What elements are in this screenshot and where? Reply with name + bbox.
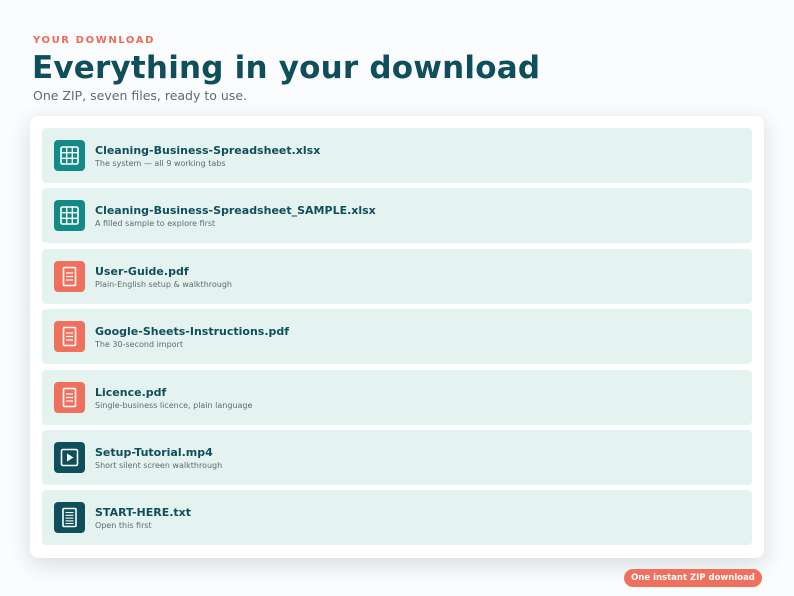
text-file-icon <box>54 502 85 534</box>
file-list-card: Cleaning-Business-Spreadsheet.xlsx The s… <box>30 116 764 558</box>
file-row-spreadsheet-sample: Cleaning-Business-Spreadsheet_SAMPLE.xls… <box>42 188 752 244</box>
file-row-user-guide: User-Guide.pdf Plain-English setup & wal… <box>42 248 752 304</box>
zip-download-badge: One instant ZIP download <box>624 569 762 587</box>
page-title: Everything in your download <box>32 50 541 86</box>
file-description: Open this first <box>95 521 152 531</box>
page-subtitle: One ZIP, seven files, ready to use. <box>33 88 247 103</box>
file-description: A filled sample to explore first <box>95 219 216 229</box>
spreadsheet-icon <box>54 200 85 232</box>
file-name: Licence.pdf <box>95 385 167 399</box>
file-name: User-Guide.pdf <box>95 264 189 278</box>
file-description: The 30-second import <box>95 340 183 350</box>
video-icon <box>54 441 85 473</box>
file-name: Google-Sheets-Instructions.pdf <box>95 325 290 339</box>
file-row-licence: Licence.pdf Single-business licence, pla… <box>42 369 752 425</box>
document-icon <box>54 381 85 413</box>
document-icon <box>54 321 85 353</box>
document-icon <box>54 260 85 292</box>
file-description: Plain-English setup & walkthrough <box>95 279 232 289</box>
file-row-sheets-instructions: Google-Sheets-Instructions.pdf The 30-se… <box>42 309 752 365</box>
file-name: Cleaning-Business-Spreadsheet_SAMPLE.xls… <box>95 204 376 218</box>
file-description: Short silent screen walkthrough <box>95 460 223 470</box>
spreadsheet-icon <box>54 140 85 171</box>
file-description: Single-business licence, plain language <box>95 400 253 410</box>
file-row-start-here: START-HERE.txt Open this first <box>42 490 752 546</box>
section-eyebrow: YOUR DOWNLOAD <box>33 35 155 46</box>
file-name: Cleaning-Business-Spreadsheet.xlsx <box>95 144 321 157</box>
file-list: Cleaning-Business-Spreadsheet.xlsx The s… <box>42 128 752 551</box>
file-name: START-HERE.txt <box>95 506 192 520</box>
file-row-spreadsheet: Cleaning-Business-Spreadsheet.xlsx The s… <box>42 128 752 183</box>
file-row-setup-tutorial: Setup-Tutorial.mp4 Short silent screen w… <box>42 429 752 485</box>
download-contents-page: YOUR DOWNLOAD Everything in your downloa… <box>0 0 794 596</box>
file-description: The system — all 9 working tabs <box>95 159 226 168</box>
file-name: Setup-Tutorial.mp4 <box>95 445 213 459</box>
